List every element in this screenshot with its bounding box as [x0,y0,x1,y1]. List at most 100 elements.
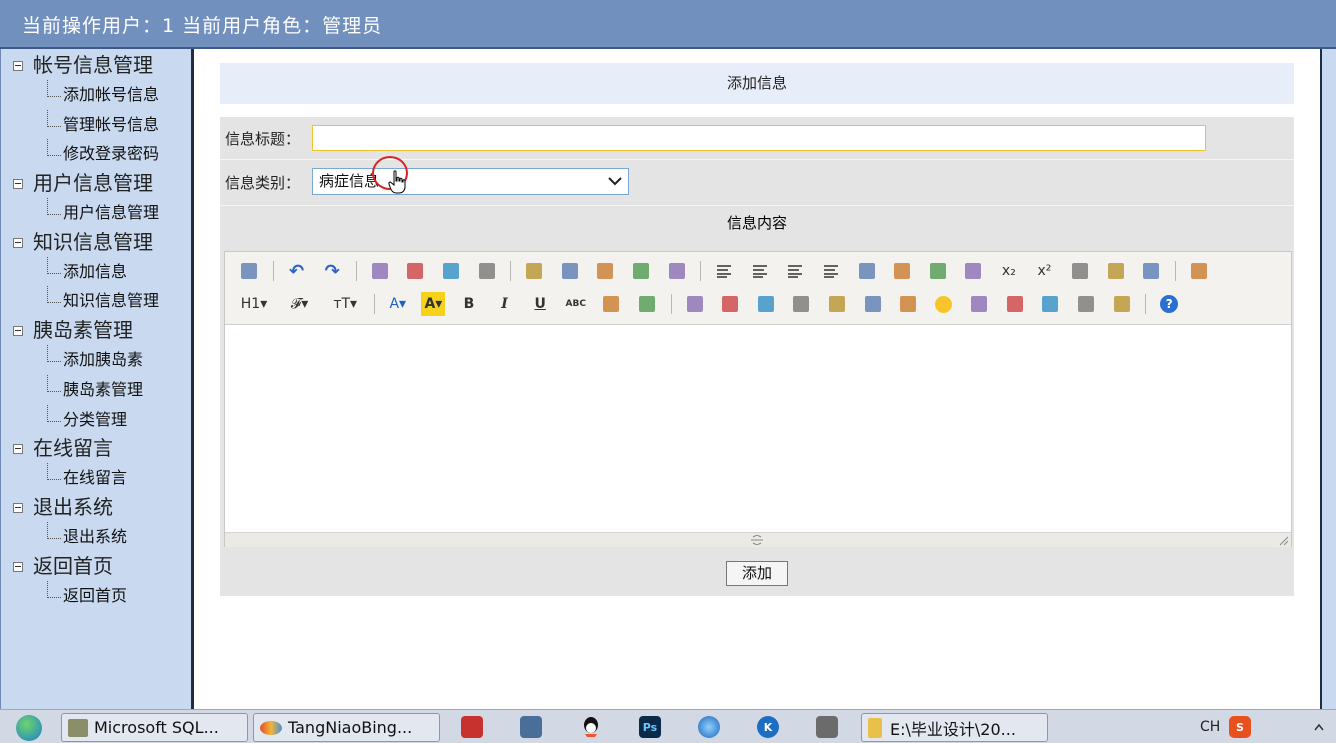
collapse-icon[interactable] [13,179,23,190]
hr-icon[interactable] [896,292,920,316]
font-size-icon[interactable]: тT▾ [328,292,362,316]
app-k-icon[interactable]: K [757,716,779,738]
template-icon[interactable] [439,259,463,283]
paste-text-icon[interactable] [629,259,653,283]
info-category-select[interactable]: 病症信息 [312,168,629,195]
paste-word-icon[interactable] [665,259,689,283]
fullscreen-icon[interactable] [1187,259,1211,283]
pagebreak-icon[interactable] [1003,292,1027,316]
sidebar-item-category-manage[interactable]: 分类管理 [9,404,159,435]
bold-icon[interactable]: B [457,292,481,316]
redo-icon[interactable]: ↷ [320,259,344,283]
unordered-list-icon[interactable] [890,259,914,283]
sidebar-item-add-account[interactable]: 添加帐号信息 [9,80,159,110]
sogou-ime-icon[interactable]: S [1229,716,1251,738]
language-indicator[interactable]: CH [1200,719,1220,735]
nav-group-title[interactable]: 在线留言 [9,434,159,463]
justify-icon[interactable] [819,259,843,283]
task-sql-server[interactable]: Microsoft SQL... [61,713,248,742]
nav-group-title[interactable]: 用户信息管理 [9,169,159,198]
map-icon[interactable] [967,292,991,316]
superscript-icon[interactable]: x² [1032,259,1056,283]
app-globe-icon[interactable] [698,716,720,738]
clear-format-icon[interactable] [1068,259,1092,283]
highlight-icon[interactable]: A▾ [421,292,446,316]
subscript-icon[interactable]: x₂ [997,259,1021,283]
paste-icon[interactable] [593,259,617,283]
help-icon[interactable]: ? [1157,292,1181,316]
anchor-icon[interactable] [1038,292,1062,316]
italic-icon[interactable]: I [493,292,517,316]
collapse-icon[interactable] [13,561,23,572]
nav-group-title[interactable]: 知识信息管理 [9,228,159,257]
emoticon-icon[interactable] [932,292,956,316]
image-icon[interactable] [683,292,707,316]
nav-group-title[interactable]: 退出系统 [9,493,159,522]
task-explorer[interactable]: E:\毕业设计\20... [861,713,1048,742]
remove-format-icon[interactable] [635,292,659,316]
app-tool-icon[interactable] [520,716,542,738]
collapse-icon[interactable] [13,61,23,71]
nav-group-title[interactable]: 帐号信息管理 [9,51,159,80]
info-title-input[interactable] [312,125,1206,151]
sidebar-item-insulin-manage[interactable]: 胰岛素管理 [9,374,159,405]
select-all-icon[interactable] [1104,259,1128,283]
align-center-icon[interactable] [748,259,772,283]
table-icon[interactable] [861,292,885,316]
collapse-icon[interactable] [13,326,23,337]
collapse-icon[interactable] [13,502,23,513]
align-left-icon[interactable] [712,259,736,283]
editor-content-area[interactable] [225,326,1291,532]
panel-title: 添加信息 [220,63,1294,104]
nav-group-home: 返回首页 返回首页 [9,552,159,611]
start-orb-icon[interactable] [16,715,42,741]
heading-icon[interactable]: H1▾ [237,292,271,316]
sidebar-item-messages[interactable]: 在线留言 [9,463,159,493]
editor-resize-bar[interactable] [225,532,1291,547]
multi-image-icon[interactable] [718,292,742,316]
align-right-icon[interactable] [783,259,807,283]
tray-expand-icon[interactable] [1314,723,1324,731]
photoshop-icon[interactable]: Ps [639,716,661,738]
font-family-icon[interactable]: 𝓕▾ [283,292,317,316]
link-icon[interactable] [1074,292,1098,316]
preview-icon[interactable] [368,259,392,283]
sidebar-item-manage-account[interactable]: 管理帐号信息 [9,109,159,140]
ordered-list-icon[interactable] [855,259,879,283]
add-button[interactable]: 添加 [726,561,788,586]
unlink-icon[interactable] [1110,292,1134,316]
cursor-icon[interactable] [1139,259,1163,283]
collapse-icon[interactable] [13,444,23,455]
indent-icon[interactable] [926,259,950,283]
font-color-icon[interactable]: A▾ [386,292,410,316]
copy-icon[interactable] [558,259,582,283]
sidebar-item-add-info[interactable]: 添加信息 [9,256,159,287]
nav-group-title[interactable]: 返回首页 [9,552,159,581]
app-camera-icon[interactable] [816,716,838,738]
flash-icon[interactable] [754,292,778,316]
strikethrough-icon[interactable]: ABC [564,292,588,316]
undo-icon[interactable]: ↶ [285,259,309,283]
sidebar-item-logout[interactable]: 退出系统 [9,521,159,552]
attachment-icon[interactable] [825,292,849,316]
app-red-icon[interactable] [461,716,483,738]
qq-icon[interactable] [580,716,602,738]
source-icon[interactable] [237,259,261,283]
task-browser[interactable]: TangNiaoBing... [253,713,440,742]
sidebar-item-home[interactable]: 返回首页 [9,580,159,611]
nav-group-title[interactable]: 胰岛素管理 [9,316,159,345]
sidebar-item-user-manage[interactable]: 用户信息管理 [9,198,159,228]
cut-icon[interactable] [522,259,546,283]
sidebar-item-knowledge-manage[interactable]: 知识信息管理 [9,286,159,316]
print-icon[interactable] [403,259,427,283]
underline-icon[interactable]: U [528,292,552,316]
media-icon[interactable] [789,292,813,316]
collapse-icon[interactable] [13,237,23,248]
line-height-icon[interactable] [599,292,623,316]
corner-resize-icon[interactable] [1279,536,1289,546]
outdent-icon[interactable] [961,259,985,283]
sidebar-item-change-password[interactable]: 修改登录密码 [9,139,159,169]
sidebar-item-add-insulin[interactable]: 添加胰岛素 [9,345,159,375]
code-icon[interactable] [475,259,499,283]
editor-toolbar: ↶ ↷ x₂ x² H1▾ 𝓕▾ тT▾ A▾ A▾ B I U ABC? [225,252,1291,325]
